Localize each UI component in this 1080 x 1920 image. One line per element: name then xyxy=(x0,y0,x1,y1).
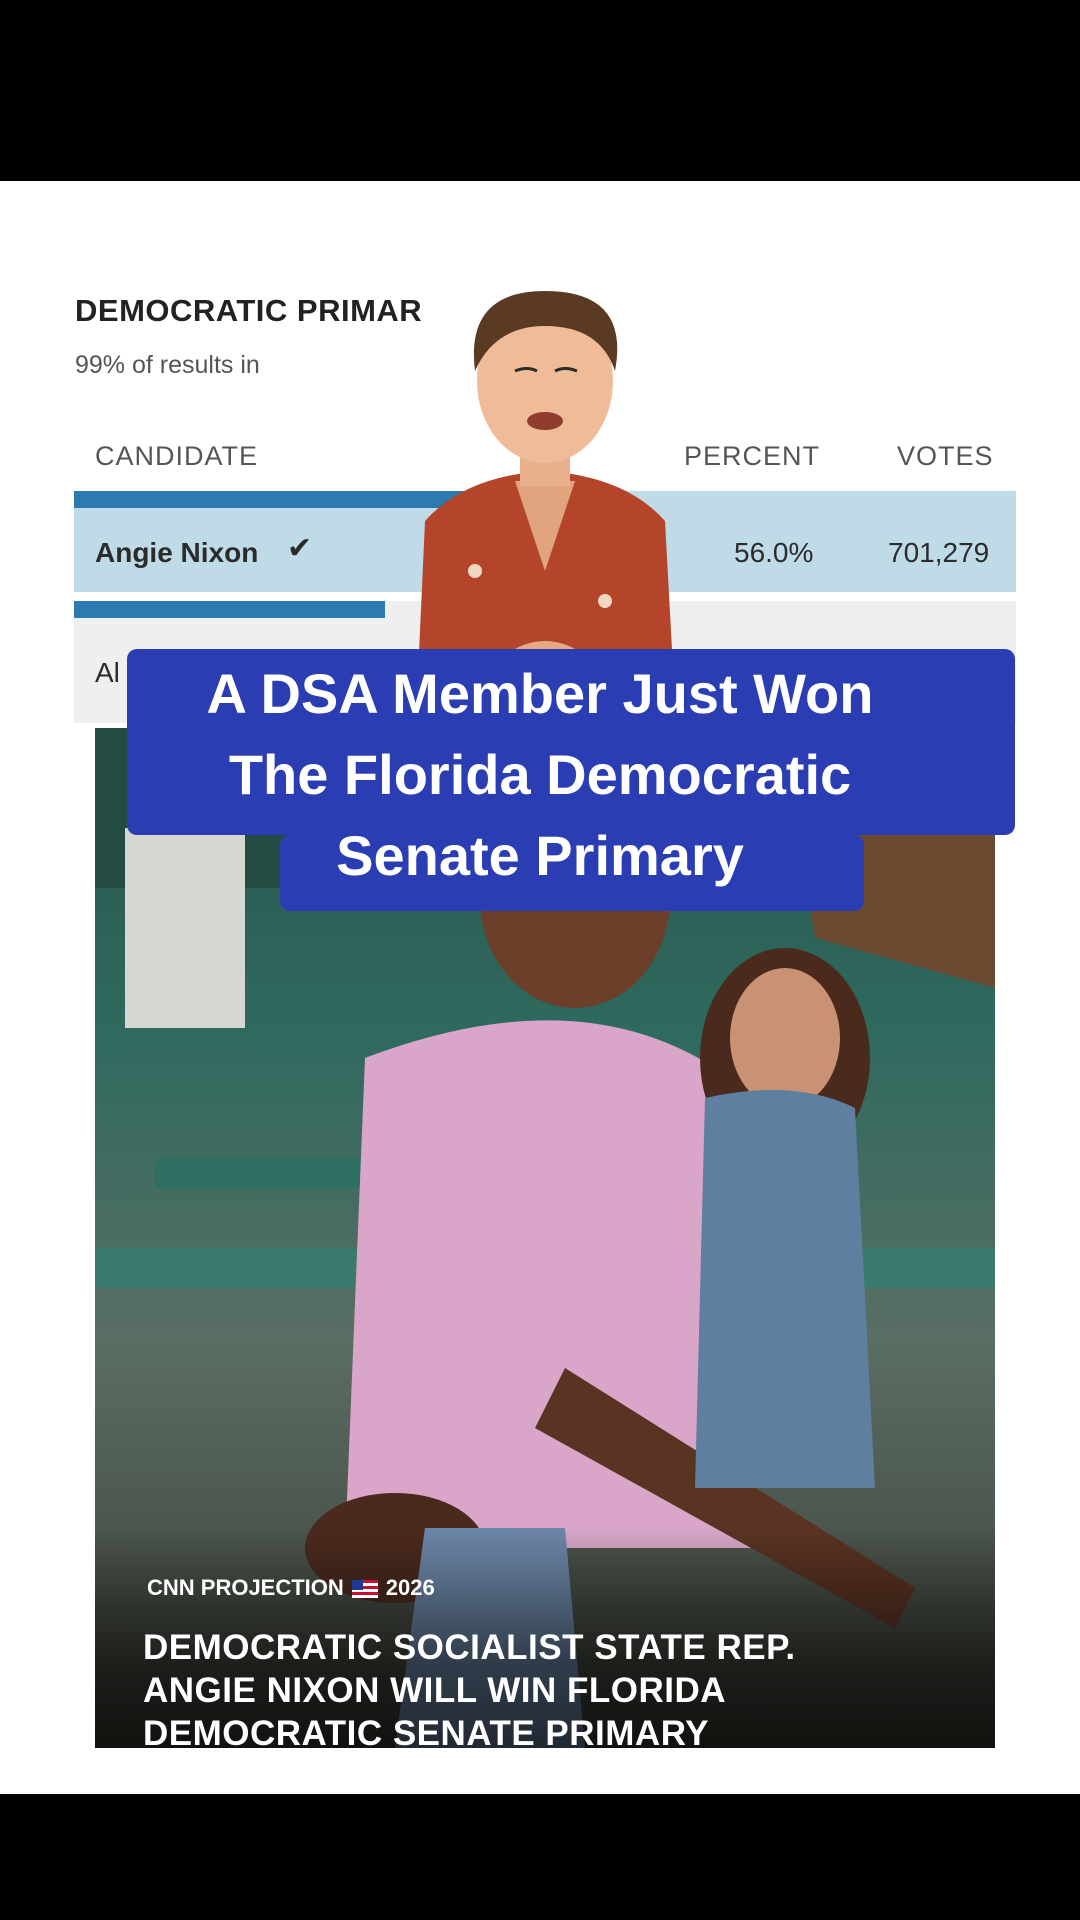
headline-line-1: DEMOCRATIC SOCIALIST STATE REP. xyxy=(143,1628,796,1667)
caption-line-1: A DSA Member Just Won xyxy=(206,662,874,725)
projection-label-text: CNN PROJECTION xyxy=(147,1575,344,1600)
caption-line-3: Senate Primary xyxy=(336,824,744,887)
content-area: DEMOCRATIC PRIMAR 99% of results in CAND… xyxy=(0,181,1080,1794)
column-header-percent: PERCENT xyxy=(684,441,821,471)
headline-line-3: DEMOCRATIC SENATE PRIMARY xyxy=(143,1714,710,1748)
column-header-votes: VOTES xyxy=(897,441,994,471)
video-frame: DEMOCRATIC PRIMAR 99% of results in CAND… xyxy=(0,0,1080,1920)
vote-share-bar xyxy=(74,601,385,618)
results-subtitle: 99% of results in xyxy=(75,351,260,379)
us-flag-icon xyxy=(351,1580,378,1598)
column-header-candidate: CANDIDATE xyxy=(95,441,259,471)
caption-line-2: The Florida Democratic xyxy=(228,743,852,806)
projection-year: 2026 xyxy=(385,1575,435,1600)
check-icon: ✔ xyxy=(287,532,313,565)
candidate-name: Angie Nixon xyxy=(95,537,259,568)
candidate-percent: 56.0% xyxy=(734,537,814,568)
letterbox-bottom xyxy=(0,1794,1080,1920)
letterbox-top xyxy=(0,0,1080,181)
candidate-votes: 701,279 xyxy=(888,537,990,568)
results-title: DEMOCRATIC PRIMAR xyxy=(75,293,423,328)
headline-line-2: ANGIE NIXON WILL WIN FLORIDA xyxy=(143,1671,727,1710)
projection-label: CNN PROJECTION 2026 xyxy=(147,1575,435,1601)
photo-headline: DEMOCRATIC SOCIALIST STATE REP. ANGIE NI… xyxy=(143,1626,963,1748)
